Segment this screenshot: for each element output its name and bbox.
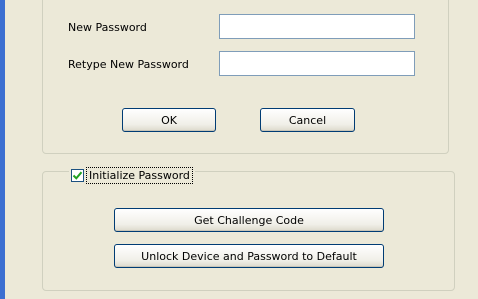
new-password-input[interactable] (219, 14, 415, 39)
check-icon (72, 171, 83, 180)
new-password-label: New Password (68, 21, 147, 34)
initialize-password-checkbox-row[interactable]: Initialize Password (69, 165, 195, 185)
cancel-button-label: Cancel (288, 113, 327, 127)
unlock-device-label: Unlock Device and Password to Default (141, 249, 357, 263)
retype-password-input[interactable] (219, 51, 415, 76)
get-challenge-code-button[interactable]: Get Challenge Code (114, 208, 384, 232)
initialize-password-label: Initialize Password (86, 166, 193, 184)
retype-password-label: Retype New Password (68, 58, 189, 71)
ok-button-label: OK (161, 113, 177, 127)
cancel-button[interactable]: Cancel (260, 108, 355, 132)
ok-button[interactable]: OK (122, 108, 216, 132)
unlock-device-button[interactable]: Unlock Device and Password to Default (114, 244, 384, 268)
initialize-password-checkbox[interactable] (71, 168, 84, 182)
password-dialog: New Password Retype New Password OK Canc… (5, 0, 478, 299)
get-challenge-code-label: Get Challenge Code (194, 213, 304, 227)
